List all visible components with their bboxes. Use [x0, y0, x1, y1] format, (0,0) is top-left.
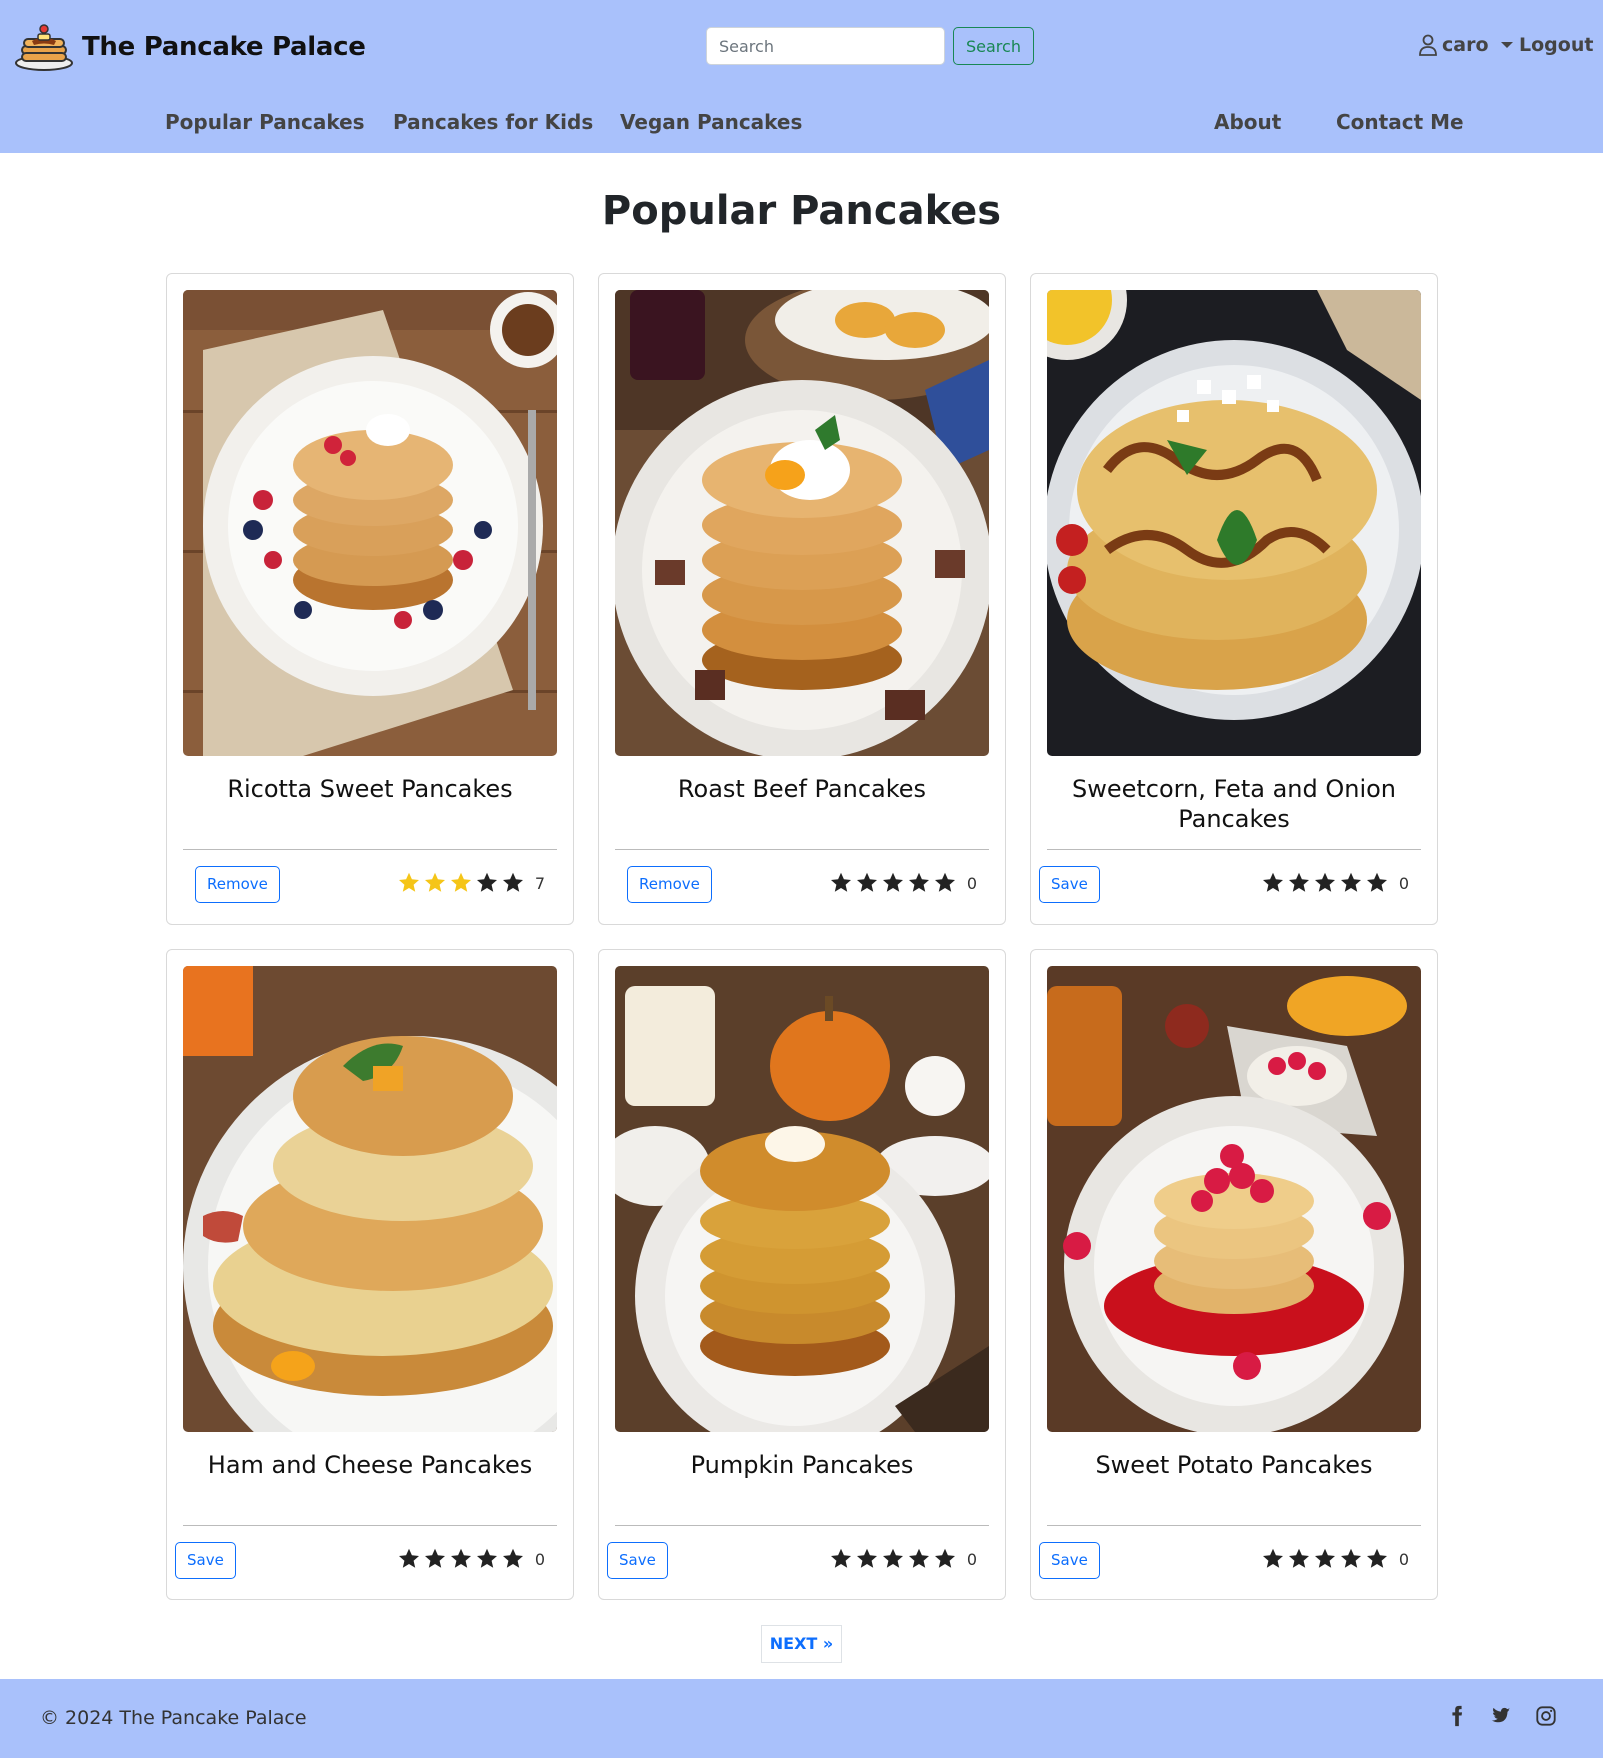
star-icon[interactable] [933, 871, 957, 895]
recipe-card: Roast Beef Pancakes Remove 0 [598, 273, 1006, 925]
star-icon[interactable] [1261, 1547, 1285, 1571]
divider [615, 849, 989, 850]
brand-title: The Pancake Palace [82, 32, 366, 62]
logout-link[interactable]: Logout [1519, 34, 1593, 56]
recipe-title[interactable]: Roast Beef Pancakes [615, 774, 989, 804]
copyright-text: © 2024 The Pancake Palace [40, 1707, 307, 1729]
rating-count: 7 [534, 873, 545, 893]
recipe-title[interactable]: Pumpkin Pancakes [615, 1450, 989, 1480]
star-icon[interactable] [397, 871, 421, 895]
brand[interactable]: The Pancake Palace [14, 22, 366, 72]
caret-down-icon [1500, 42, 1513, 48]
star-rating[interactable]: 0 [1261, 1547, 1409, 1571]
rating-count: 0 [966, 873, 977, 893]
nav-pancakes-for-kids[interactable]: Pancakes for Kids [393, 110, 593, 134]
star-icon[interactable] [855, 871, 879, 895]
nav-popular-pancakes[interactable]: Popular Pancakes [165, 110, 365, 134]
star-rating[interactable]: 0 [397, 1547, 545, 1571]
recipe-card: Pumpkin Pancakes Save 0 [598, 949, 1006, 1600]
search-button[interactable]: Search [953, 27, 1034, 65]
star-icon[interactable] [1365, 871, 1389, 895]
recipe-title[interactable]: Ricotta Sweet Pancakes [183, 774, 557, 804]
star-icon[interactable] [933, 1547, 957, 1571]
user-dropdown[interactable]: caro [1418, 34, 1515, 56]
recipe-card: Sweetcorn, Feta and Onion Pancakes Save … [1030, 273, 1438, 925]
divider [1047, 849, 1421, 850]
star-icon[interactable] [501, 871, 525, 895]
recipe-card: Sweet Potato Pancakes Save 0 [1030, 949, 1438, 1600]
star-icon[interactable] [829, 871, 853, 895]
save-button[interactable]: Save [1039, 1542, 1100, 1579]
remove-button[interactable]: Remove [627, 866, 712, 903]
star-icon[interactable] [475, 871, 499, 895]
star-icon[interactable] [1339, 1547, 1363, 1571]
search-input[interactable] [706, 27, 945, 65]
rating-count: 0 [534, 1549, 545, 1569]
star-icon[interactable] [449, 871, 473, 895]
star-icon[interactable] [1261, 871, 1285, 895]
star-icon[interactable] [829, 1547, 853, 1571]
divider [183, 849, 557, 850]
rating-count: 0 [966, 1549, 977, 1569]
star-rating[interactable]: 7 [397, 871, 545, 895]
facebook-icon[interactable] [1446, 1705, 1468, 1727]
divider [183, 1525, 557, 1526]
star-icon[interactable] [1313, 871, 1337, 895]
save-button[interactable]: Save [607, 1542, 668, 1579]
rating-count: 0 [1398, 873, 1409, 893]
star-icon[interactable] [423, 1547, 447, 1571]
recipe-image[interactable] [615, 966, 989, 1432]
star-icon[interactable] [449, 1547, 473, 1571]
recipe-title[interactable]: Ham and Cheese Pancakes [183, 1450, 557, 1480]
star-rating[interactable]: 0 [829, 1547, 977, 1571]
star-icon[interactable] [501, 1547, 525, 1571]
nav-contact-me[interactable]: Contact Me [1336, 110, 1464, 134]
star-rating[interactable]: 0 [829, 871, 977, 895]
recipe-image[interactable] [1047, 290, 1421, 756]
recipe-image[interactable] [615, 290, 989, 756]
next-page-button[interactable]: NEXT » [761, 1625, 842, 1663]
star-icon[interactable] [1339, 871, 1363, 895]
recipe-image[interactable] [1047, 966, 1421, 1432]
star-icon[interactable] [881, 1547, 905, 1571]
star-icon[interactable] [423, 871, 447, 895]
star-icon[interactable] [1365, 1547, 1389, 1571]
star-icon[interactable] [1313, 1547, 1337, 1571]
recipe-card: Ham and Cheese Pancakes Save 0 [166, 949, 574, 1600]
divider [1047, 1525, 1421, 1526]
recipe-image[interactable] [183, 290, 557, 756]
instagram-icon[interactable] [1535, 1705, 1557, 1727]
divider [615, 1525, 989, 1526]
username: caro [1442, 34, 1489, 56]
recipe-title[interactable]: Sweetcorn, Feta and Onion Pancakes [1047, 774, 1421, 834]
page-title: Popular Pancakes [601, 188, 1002, 234]
search-form: Search [706, 27, 1034, 65]
recipe-image[interactable] [183, 966, 557, 1432]
user-icon [1419, 34, 1437, 56]
star-icon[interactable] [907, 1547, 931, 1571]
nav-about[interactable]: About [1214, 110, 1281, 134]
star-icon[interactable] [397, 1547, 421, 1571]
footer: © 2024 The Pancake Palace [0, 1679, 1603, 1758]
star-icon[interactable] [855, 1547, 879, 1571]
pancake-logo-icon [15, 24, 73, 71]
save-button[interactable]: Save [1039, 866, 1100, 903]
star-icon[interactable] [1287, 1547, 1311, 1571]
star-icon[interactable] [475, 1547, 499, 1571]
nav-vegan-pancakes[interactable]: Vegan Pancakes [620, 110, 802, 134]
recipe-title[interactable]: Sweet Potato Pancakes [1047, 1450, 1421, 1480]
save-button[interactable]: Save [175, 1542, 236, 1579]
star-icon[interactable] [907, 871, 931, 895]
star-rating[interactable]: 0 [1261, 871, 1409, 895]
twitter-icon[interactable] [1489, 1705, 1511, 1727]
star-icon[interactable] [1287, 871, 1311, 895]
top-navbar: The Pancake Palace Search caro Logout Po… [0, 0, 1603, 153]
star-icon[interactable] [881, 871, 905, 895]
remove-button[interactable]: Remove [195, 866, 280, 903]
rating-count: 0 [1398, 1549, 1409, 1569]
recipe-card: Ricotta Sweet Pancakes Remove 7 [166, 273, 574, 925]
